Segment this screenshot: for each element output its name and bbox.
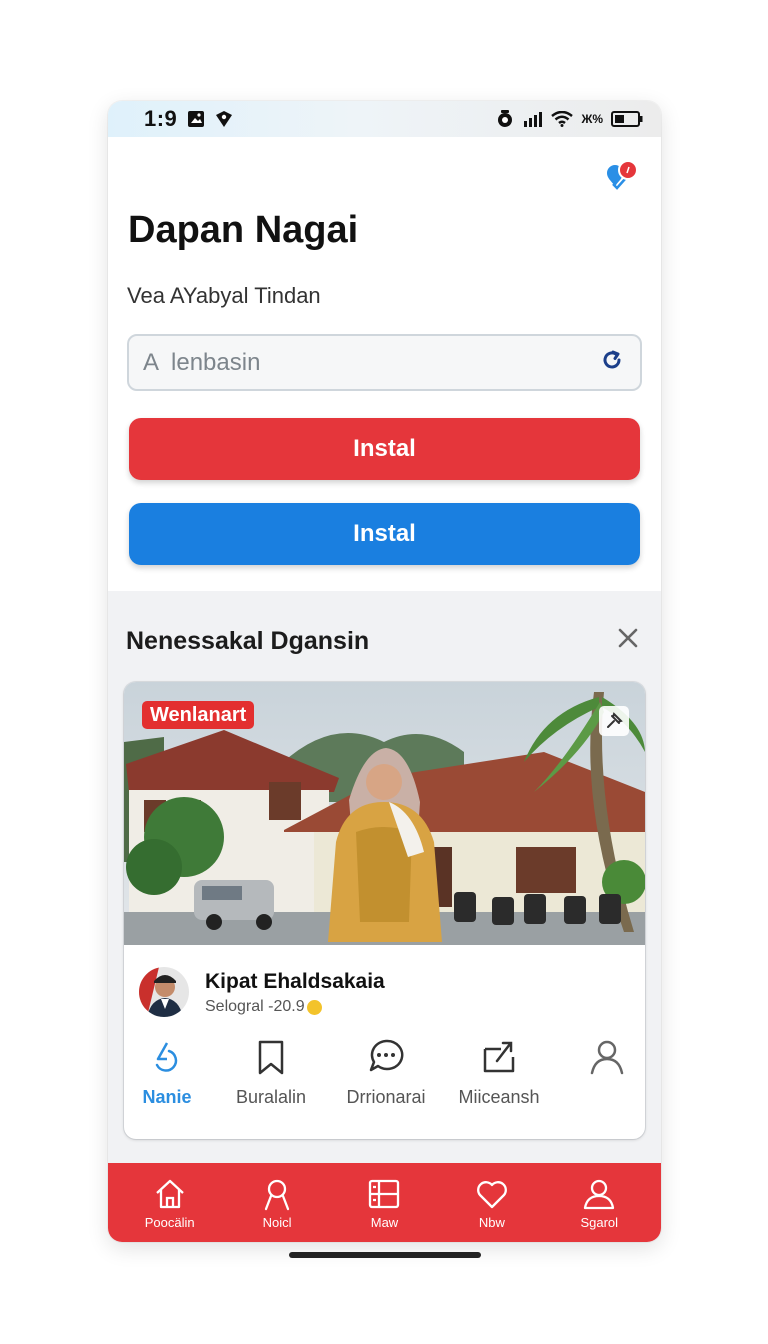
nav-label: Maw [370,1214,399,1230]
heart-icon [474,1176,510,1212]
list-icon [366,1176,402,1212]
action-comment[interactable]: Drrionarai [331,1037,441,1108]
install-button-primary[interactable]: Instal [129,418,640,480]
nav-item-person[interactable]: Noicl [232,1176,322,1230]
author-meta-text: Selogral -20.9 [205,998,305,1015]
refresh-icon[interactable] [598,346,626,379]
action-nanie[interactable]: Nanie [124,1037,222,1108]
search-bar [127,334,642,391]
action-label: Miiceansh [458,1087,540,1107]
nav-item-list[interactable]: Maw [339,1176,429,1230]
page-subtitle: Vea AYabyal Tindan [127,283,321,308]
notification-button[interactable] [603,159,643,199]
feed-section: Nenessakal Dgansin Wenlanart Kipat Ehald… [108,591,661,1163]
home-icon [152,1176,188,1212]
install-button-secondary[interactable]: Instal [129,503,640,565]
bottom-nav: Poocälin Noicl Maw Nbw Sgarol [108,1163,661,1242]
status-bar: 1:9 Ж% [108,101,661,137]
action-profile[interactable] [552,1037,645,1087]
search-input[interactable] [143,348,598,377]
person-icon [259,1176,295,1212]
close-icon[interactable] [615,625,641,651]
section-title: Nenessakal Dgansin [126,627,370,655]
nav-item-heart[interactable]: Nbw [447,1176,537,1230]
gallery-icon [187,110,205,128]
post-image[interactable]: Wenlanart [124,682,645,945]
pin-icon[interactable] [599,706,629,736]
nav-item-home[interactable]: Poocälin [125,1176,215,1230]
bookmark-icon [251,1037,291,1077]
status-time: 1:9 [144,106,178,131]
action-label: Drrionarai [346,1087,426,1107]
action-share[interactable]: Miiceansh [444,1037,554,1108]
nav-label: Poocälin [144,1214,195,1230]
post-card[interactable]: Wenlanart Kipat Ehaldsakaia Selogral -20… [124,682,645,1139]
nav-label: Nbw [478,1214,505,1230]
page-title: Dapan Nagai [128,209,359,251]
author-name[interactable]: Kipat Ehaldsakaia [205,970,385,994]
user-icon [587,1037,627,1077]
notification-icon [607,160,638,190]
phone-screen: 1:9 Ж% Dapan Nagai Vea AYabyal Tindan A … [108,101,661,1242]
nav-item-profile[interactable]: Sgarol [554,1176,644,1230]
location-icon [215,110,233,128]
author-meta: Selogral -20.9 [205,998,385,1016]
avatar[interactable] [139,967,189,1017]
coin-icon [306,999,322,1015]
refresh-arrow-icon [147,1037,187,1077]
nav-label: Noicl [262,1214,292,1230]
battery-icon [611,111,643,127]
comment-icon [366,1037,406,1077]
alarm-icon [495,109,515,129]
profile-icon [581,1176,617,1212]
share-icon [479,1037,519,1077]
action-label: Nanie [142,1087,192,1107]
signal-icon [523,111,543,127]
home-indicator[interactable] [289,1252,481,1258]
post-author[interactable]: Kipat Ehaldsakaia Selogral -20.9 [139,967,385,1017]
action-bookmark[interactable]: Buralalin [216,1037,326,1108]
header-section: Dapan Nagai Vea AYabyal Tindan Instal In… [108,137,661,591]
post-badge: Wenlanart [142,701,255,729]
nav-label: Sgarol [580,1214,619,1230]
carrier-text: Ж% [581,112,603,126]
post-actions: Nanie Buralalin Drrionarai Miiceansh [124,1037,645,1127]
action-label: Buralalin [235,1087,307,1107]
wifi-icon [551,111,574,127]
